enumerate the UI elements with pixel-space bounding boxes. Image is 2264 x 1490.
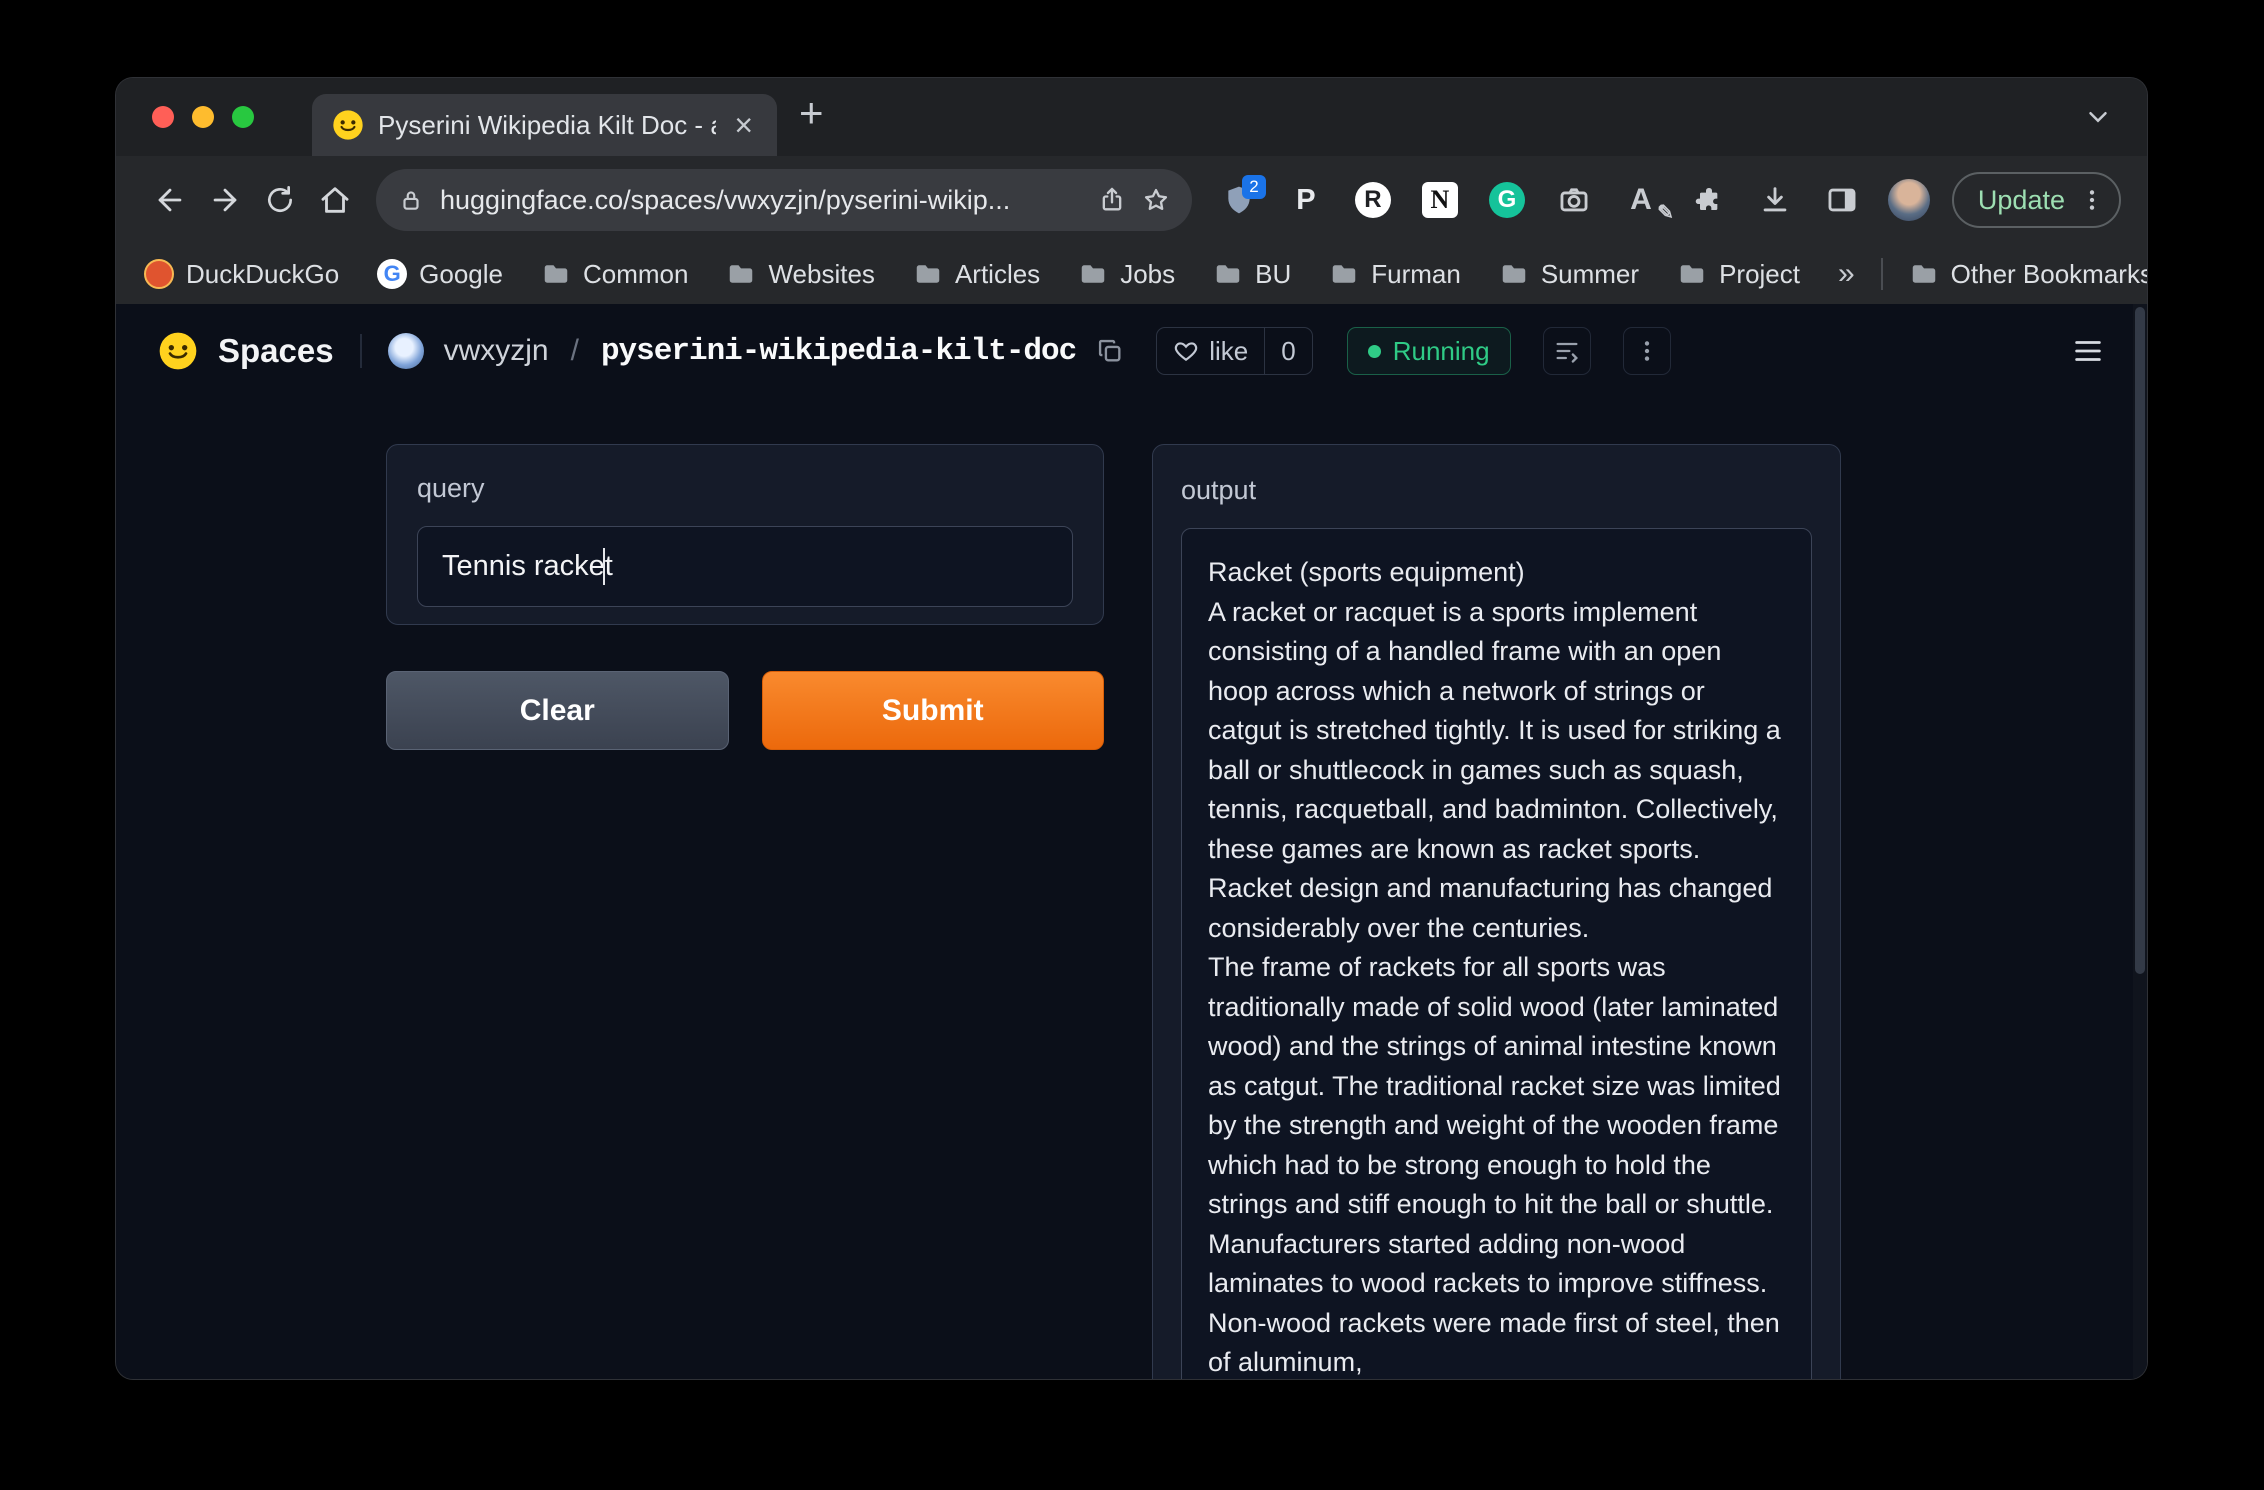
spaces-brand-link[interactable]: Spaces [218,332,334,370]
bookmark-folder-summer[interactable]: Summer [1499,259,1639,290]
url-text[interactable]: huggingface.co/spaces/vwxyzjn/pyserini-w… [440,185,1082,216]
folder-icon [1499,259,1529,289]
hamburger-menu-icon[interactable] [2071,334,2105,368]
huggingface-header: Spaces vwxyzjn / pyserini-wikipedia-kilt… [116,304,2147,398]
page-scrollbar-thumb[interactable] [2135,307,2145,974]
path-slash: / [571,334,579,368]
like-widget: like 0 [1156,327,1312,375]
tab-strip: Pyserini Wikipedia Kilt Doc - a × + [116,78,2147,156]
chrome-update-button[interactable]: Update [1952,172,2121,228]
running-dot-icon [1368,345,1381,358]
folder-icon [1329,259,1359,289]
lock-icon[interactable] [398,187,424,213]
output-label: output [1181,475,1812,506]
bookmark-folder-common[interactable]: Common [541,259,688,290]
browser-tab[interactable]: Pyserini Wikipedia Kilt Doc - a × [312,94,777,156]
bookmarks-right-cluster: » Other Bookmarks [1838,257,2148,291]
bookmark-folder-furman[interactable]: Furman [1329,259,1461,290]
owner-name-link[interactable]: vwxyzjn [444,334,549,368]
page-content: Spaces vwxyzjn / pyserini-wikipedia-kilt… [116,304,2147,1379]
new-tab-button[interactable]: + [799,92,824,134]
extensions-row: 2 P R N G A✎ [1218,179,1930,221]
status-badge[interactable]: Running [1347,327,1511,375]
clear-button[interactable]: Clear [386,671,729,750]
submit-button[interactable]: Submit [762,671,1105,750]
reload-button[interactable] [252,171,307,229]
tab-search-chevron-icon[interactable] [2083,102,2113,132]
space-kebab-menu-icon[interactable] [1623,327,1671,375]
output-textbox[interactable]: Racket (sports equipment) A racket or ra… [1181,528,1812,1379]
duckduckgo-icon [144,259,174,289]
gradio-app: query Clear Submit output Racket (sports… [116,398,2147,1379]
kebab-menu-icon[interactable] [2079,187,2105,213]
minimize-window-button[interactable] [192,106,214,128]
bookmark-folder-articles[interactable]: Articles [913,259,1040,290]
font-extension-icon[interactable]: A✎ [1620,179,1662,221]
header-divider [360,334,362,368]
screenshot-camera-extension-icon[interactable] [1553,179,1595,221]
heart-icon [1173,338,1199,364]
extension-r-icon[interactable]: R [1352,179,1394,221]
folder-icon [913,259,943,289]
owner-avatar[interactable] [388,333,424,369]
tab-title: Pyserini Wikipedia Kilt Doc - a [378,110,716,141]
folder-icon [541,259,571,289]
input-column: query Clear Submit [386,444,1104,1379]
downloads-icon[interactable] [1754,179,1796,221]
tab-favicon-huggingface-icon [332,109,364,141]
page-scrollbar-track[interactable] [2133,304,2147,1379]
folder-icon [1677,259,1707,289]
query-label: query [417,473,1073,504]
bookmark-folder-bu[interactable]: BU [1213,259,1291,290]
notion-extension-icon[interactable]: N [1419,179,1461,221]
other-bookmarks-folder[interactable]: Other Bookmarks [1909,259,2148,290]
home-button[interactable] [307,171,362,229]
output-block: output Racket (sports equipment) A racke… [1152,444,1841,1379]
grammarly-extension-icon[interactable]: G [1486,179,1528,221]
extension-p-icon[interactable]: P [1285,179,1327,221]
address-bar[interactable]: huggingface.co/spaces/vwxyzjn/pyserini-w… [376,169,1192,231]
bookmark-google[interactable]: G Google [377,259,503,290]
bookmark-folder-project[interactable]: Project [1677,259,1800,290]
folder-icon [1078,259,1108,289]
folder-icon [1909,259,1939,289]
bookmark-folder-websites[interactable]: Websites [726,259,874,290]
copy-space-name-icon[interactable] [1096,337,1124,365]
tab-close-icon[interactable]: × [730,109,757,141]
forward-button[interactable] [197,171,252,229]
query-input-wrap [417,526,1073,607]
browser-window: Pyserini Wikipedia Kilt Doc - a × + hugg… [115,77,2148,1380]
password-manager-extension-icon[interactable]: 2 [1218,179,1260,221]
extension-badge: 2 [1242,175,1266,199]
profile-avatar[interactable] [1888,179,1930,221]
bookmarks-bar: DuckDuckGo G Google Common Websites Arti… [116,244,2147,304]
folder-icon [1213,259,1243,289]
space-name-link[interactable]: pyserini-wikipedia-kilt-doc [601,334,1076,369]
huggingface-logo-icon[interactable] [158,331,198,371]
side-panel-icon[interactable] [1821,179,1863,221]
logs-icon[interactable] [1543,327,1591,375]
button-row: Clear Submit [386,671,1104,750]
query-block: query [386,444,1104,625]
bookmark-star-icon[interactable] [1142,186,1170,214]
folder-icon [726,259,756,289]
fullscreen-window-button[interactable] [232,106,254,128]
text-caret [603,548,605,585]
google-icon: G [377,259,407,289]
query-input[interactable] [417,526,1073,607]
extensions-puzzle-icon[interactable] [1687,179,1729,221]
share-icon[interactable] [1098,186,1126,214]
like-button[interactable]: like [1157,328,1264,374]
like-count[interactable]: 0 [1264,328,1311,374]
bookmark-duckduckgo[interactable]: DuckDuckGo [144,259,339,290]
bookmarks-divider [1881,258,1883,290]
back-button[interactable] [142,171,197,229]
browser-toolbar: huggingface.co/spaces/vwxyzjn/pyserini-w… [116,156,2147,244]
bookmark-folder-jobs[interactable]: Jobs [1078,259,1175,290]
window-controls [152,106,254,128]
bookmarks-overflow-button[interactable]: » [1838,257,1855,291]
close-window-button[interactable] [152,106,174,128]
